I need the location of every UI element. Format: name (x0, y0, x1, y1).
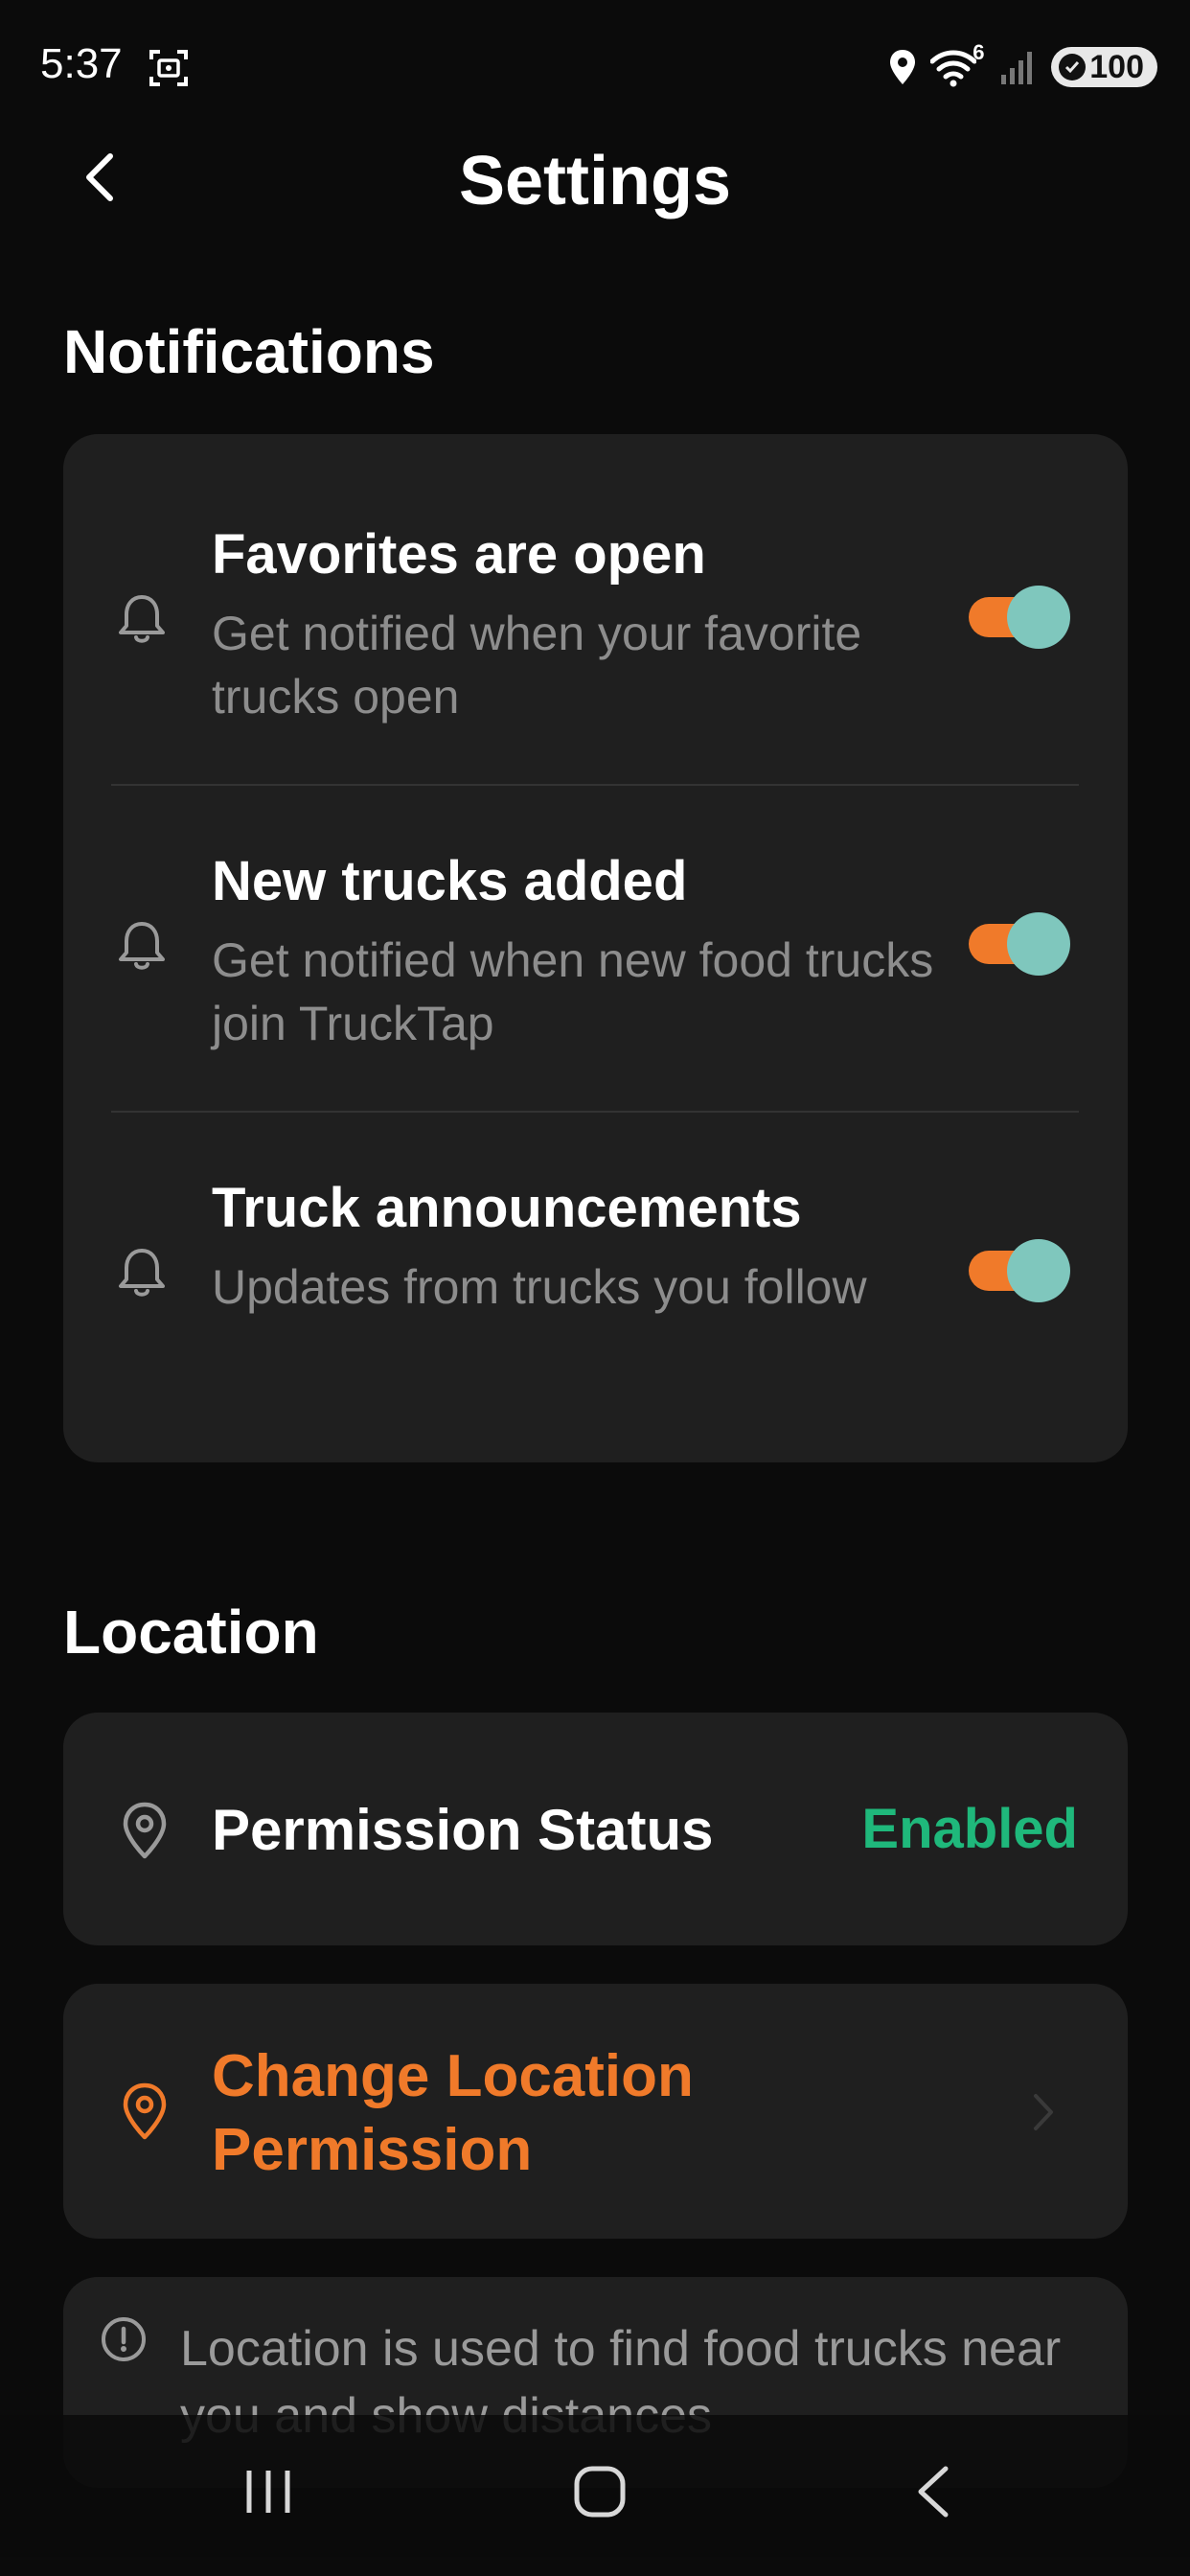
announcements-toggle[interactable] (969, 1239, 1072, 1302)
notification-title: Favorites are open (212, 523, 706, 586)
status-bar: 5:37 6 100 (0, 0, 1190, 134)
battery-shield-icon (1059, 54, 1087, 80)
notifications-section-title: Notifications (63, 317, 435, 386)
notification-title: New trucks added (212, 850, 688, 912)
toggle-knob (1007, 586, 1070, 649)
notification-row-new-trucks[interactable]: New trucks added Get notified when new f… (63, 761, 1128, 1087)
notification-description: Get notified when new food trucks join T… (212, 933, 934, 1050)
network-type-label: 6 (973, 40, 985, 64)
back-arrow-icon (918, 2466, 949, 2518)
permission-status-value: Enabled (861, 1798, 1078, 1860)
notifications-card: Favorites are open Get notified when you… (63, 434, 1128, 1462)
change-location-label: Change Location Permission (212, 2043, 694, 2183)
info-circle-icon (102, 2317, 146, 2361)
notification-description: Updates from trucks you follow (212, 1260, 867, 1314)
battery-level: 100 (1089, 48, 1144, 85)
status-time: 5:37 (40, 40, 123, 87)
bell-icon (119, 922, 165, 970)
settings-screen: 5:37 6 100 Settings Notifications Favori… (0, 0, 1190, 2576)
permission-status-card: Permission Status Enabled (63, 1713, 1128, 1945)
home-button[interactable] (552, 2444, 648, 2540)
new-trucks-toggle[interactable] (969, 912, 1072, 976)
notification-row-announcements[interactable]: Truck announcements Updates from trucks … (63, 1088, 1128, 1414)
bell-icon (119, 595, 165, 643)
location-status-icon (890, 50, 916, 84)
recent-apps-icon (246, 2471, 290, 2513)
notification-row-favorites[interactable]: Favorites are open Get notified when you… (63, 434, 1128, 760)
system-navigation-bar (0, 2415, 1190, 2576)
signal-icon (1001, 52, 1033, 84)
bell-icon (119, 1249, 165, 1297)
location-section-title: Location (63, 1598, 319, 1667)
chevron-right-icon (1034, 2094, 1053, 2130)
battery-indicator: 100 (1051, 47, 1157, 87)
home-icon (574, 2466, 626, 2518)
toggle-knob (1007, 1239, 1070, 1302)
map-pin-icon (123, 2082, 167, 2140)
favorites-open-toggle[interactable] (969, 586, 1072, 649)
screenshot-icon (149, 50, 188, 86)
notification-title: Truck announcements (212, 1177, 802, 1239)
notification-description: Get notified when your favorite trucks o… (212, 607, 862, 724)
wifi-icon: 6 (930, 40, 986, 88)
toggle-knob (1007, 912, 1070, 976)
status-icons: 6 100 (888, 40, 1157, 94)
system-back-button[interactable] (885, 2444, 981, 2540)
permission-status-label: Permission Status (212, 1798, 714, 1862)
change-location-permission-button[interactable]: Change Location Permission (63, 1984, 1128, 2239)
map-pin-icon (123, 1802, 167, 1859)
page-title: Settings (458, 143, 732, 219)
recent-apps-button[interactable] (220, 2444, 316, 2540)
